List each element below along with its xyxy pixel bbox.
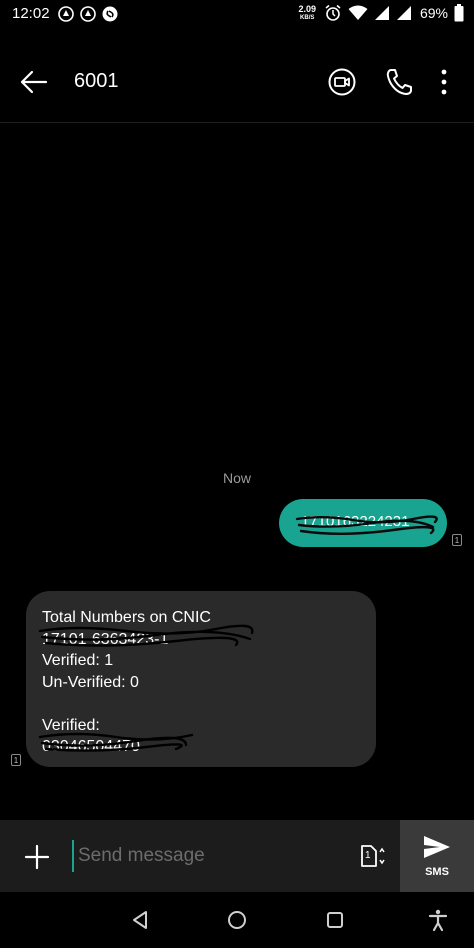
add-attachment-button[interactable] [24,844,50,870]
shazam-icon [102,6,118,22]
video-call-button[interactable] [326,66,358,98]
sim-badge-received: 1 [11,754,21,766]
battery-icon [454,4,464,22]
sim-selector[interactable]: 1 [356,842,388,870]
contact-title: 6001 [74,70,119,92]
message-composer: 1 SMS [0,820,474,892]
sent-message-bubble[interactable]: 1710163224231 [279,499,447,547]
sim-slot-number: 1 [365,850,371,861]
sent-message-text: 1710163224231 [301,513,410,530]
header-divider [0,122,474,123]
received-message-bubble[interactable]: Total Numbers on CNIC 17101-6363423-1 Ve… [26,591,376,767]
received-line: Un-Verified: 0 [42,673,139,691]
nav-recents-button[interactable] [323,908,347,932]
send-button-label: SMS [425,866,449,878]
square-recents-icon [327,912,343,928]
call-button[interactable] [384,66,414,98]
accessibility-button[interactable] [426,908,450,932]
alarm-icon [325,4,341,21]
circle-home-icon [228,911,246,929]
more-options-button[interactable] [432,66,456,98]
signal-icon-2 [396,6,411,20]
received-line: 17101-6363423-1 [42,630,169,648]
plus-icon [24,844,50,870]
triangle-back-icon [133,911,147,929]
signal-icon-1 [374,6,389,20]
wifi-icon [348,5,368,20]
accessibility-icon [428,909,448,932]
net-speed: 2.09 KB/S [298,4,316,22]
battery-percent: 69% [419,5,448,21]
received-line [42,693,211,715]
received-line: Verified: [42,716,100,734]
net-speed-value: 2.09 [298,4,316,14]
received-line: Verified: 1 [42,652,114,669]
received-line: Total Numbers on CNIC [42,609,211,626]
more-vertical-icon [441,69,447,95]
navigation-bar [0,892,474,948]
send-button[interactable]: SMS [400,820,474,892]
arrow-left-icon [20,70,48,94]
received-line: 03046504470 [42,738,140,755]
app-bar: 6001 [0,42,474,122]
sim-card-icon [361,845,385,867]
notification-icons [58,6,118,22]
received-message-text: Total Numbers on CNIC 17101-6363423-1 Ve… [42,607,211,758]
status-right: 2.09 KB/S 69% [298,4,464,22]
notification-icon-2 [80,6,96,22]
video-call-icon [328,68,356,96]
message-timestamp: Now [222,470,251,486]
send-icon [424,836,450,858]
sim-badge-sent: 1 [452,534,462,546]
nav-back-button[interactable] [128,908,152,932]
back-button[interactable] [18,68,50,96]
phone-icon [386,69,412,95]
nav-home-button[interactable] [225,908,249,932]
status-bar: 12:02 2.09 KB/S 69% [0,0,474,30]
status-time: 12:02 [12,5,50,22]
notification-icon-1 [58,6,74,22]
net-speed-unit: KB/S [300,15,315,21]
message-input[interactable] [72,840,348,872]
